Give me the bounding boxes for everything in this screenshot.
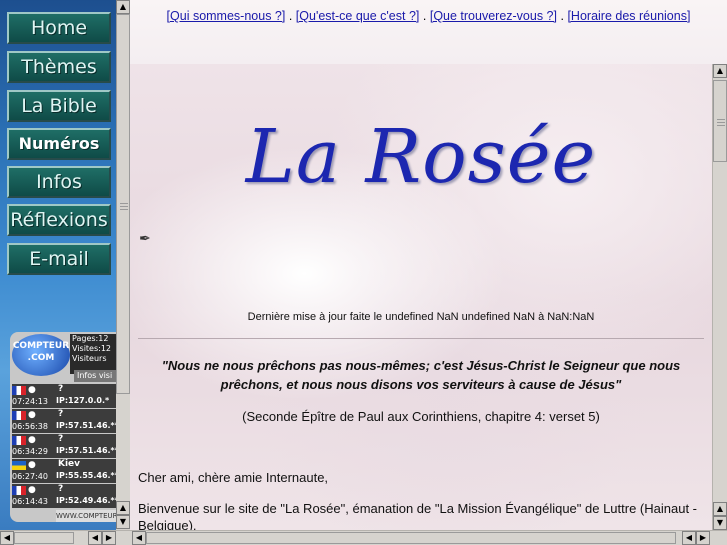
- flag-icon: [12, 411, 26, 420]
- scroll-up-icon[interactable]: ▲: [116, 0, 130, 14]
- grip-icon: [717, 119, 725, 120]
- counter-visites: Visites:12: [72, 344, 112, 353]
- scroll-right-icon[interactable]: ▶: [696, 531, 710, 545]
- main-frame-hscrollbar[interactable]: ◀ ◀ ▶: [130, 530, 727, 545]
- nav-bible-button[interactable]: La Bible: [7, 90, 111, 122]
- site-title-logo: La Rosée: [245, 114, 597, 200]
- nav-numeros-button[interactable]: Numéros >>: [7, 128, 111, 181]
- main-hscroll-thumb[interactable]: [146, 532, 676, 544]
- visit-time: 06:34:29: [12, 447, 48, 456]
- link-quest-ce-que-cest[interactable]: [Qu'est-ce que c'est ?]: [296, 9, 420, 23]
- left-scroll-thumb[interactable]: [116, 14, 130, 394]
- main-content-frame: La Rosée ✒ Dernière mise à jour faite le…: [130, 64, 712, 530]
- link-que-trouverez-vous[interactable]: [Que trouverez-vous ?]: [430, 9, 557, 23]
- nav-reflexions-button[interactable]: Réflexions: [7, 204, 111, 236]
- visit-ip: IP:57.51.46.**: [56, 421, 116, 430]
- last-update-text: Dernière mise à jour faite le undefined …: [247, 311, 595, 323]
- left-hscroll-thumb[interactable]: [14, 532, 74, 544]
- nav-email-button[interactable]: E-mail: [7, 243, 111, 275]
- counter-pages: Pages:12: [72, 334, 109, 343]
- counter-stats: Pages:12 Visites:12 Visiteurs: [70, 334, 116, 374]
- visitor-counter-widget[interactable]: COMPTEUR .COM Pages:12 Visites:12 Visite…: [10, 332, 116, 522]
- grip-icon: [120, 209, 128, 210]
- browser-icon: ●: [28, 460, 36, 470]
- visit-ip: IP:52.49.46.**: [56, 496, 116, 505]
- visit-country: ?: [58, 409, 64, 419]
- link-separator: .: [422, 9, 427, 23]
- visit-row: ● ? 06:14:43 IP:52.49.46.**: [12, 484, 116, 508]
- left-frame-scrollbar[interactable]: ▲ ▲ ▼: [116, 0, 130, 530]
- main-frame-scrollbar[interactable]: ▲ ▲ ▼: [712, 64, 727, 530]
- browser-icon: ●: [28, 410, 36, 420]
- flag-icon: [12, 386, 26, 395]
- visit-country: Kiev: [58, 459, 81, 469]
- quote-reference: (Seconde Épître de Paul aux Corinthiens,…: [242, 409, 600, 424]
- visit-ip: IP:55.55.46.**: [56, 471, 116, 480]
- nav-themes-button[interactable]: Thèmes: [7, 51, 111, 83]
- main-scroll-thumb[interactable]: [713, 80, 727, 162]
- nav-home-button[interactable]: Home: [7, 12, 111, 44]
- visit-country: ?: [58, 434, 64, 444]
- grip-icon: [717, 125, 725, 126]
- left-nav-frame: Home Thèmes La Bible Numéros >> Infos Ré…: [0, 0, 130, 530]
- scroll-down-icon[interactable]: ▼: [116, 515, 130, 529]
- visit-ip: IP:127.0.0.*: [56, 396, 110, 405]
- scroll-left-icon[interactable]: ◀: [682, 531, 696, 545]
- flag-icon: [12, 486, 26, 495]
- grip-icon: [120, 203, 128, 204]
- top-links-frame: [Qui sommes-nous ?] . [Qu'est-ce que c'e…: [130, 0, 727, 64]
- top-frame-scroll-edge: [712, 0, 727, 64]
- scroll-up-icon[interactable]: ▲: [713, 64, 727, 78]
- scroll-left-icon[interactable]: ◀: [0, 531, 14, 545]
- nav-infos-button[interactable]: Infos: [7, 166, 111, 198]
- link-separator: .: [560, 9, 564, 23]
- link-horaire-reunions[interactable]: [Horaire des réunions]: [567, 9, 690, 23]
- scroll-left-icon[interactable]: ◀: [132, 531, 146, 545]
- scroll-up-icon[interactable]: ▲: [116, 501, 130, 515]
- grip-icon: [717, 122, 725, 123]
- visit-time: 06:27:40: [12, 472, 48, 481]
- link-separator: .: [288, 9, 293, 23]
- visit-ip: IP:57.51.46.**: [56, 446, 116, 455]
- counter-footer-link[interactable]: WWW.COMPTEUR: [56, 510, 116, 522]
- visit-row: ● ? 07:24:13 IP:127.0.0.*: [12, 384, 116, 408]
- visit-time: 07:24:13: [12, 397, 48, 406]
- counter-logo-line2: .COM: [27, 353, 55, 363]
- scroll-left-icon[interactable]: ◀: [88, 531, 102, 545]
- pen-icon: ✒: [139, 230, 151, 246]
- scroll-up-icon[interactable]: ▲: [713, 502, 727, 516]
- visit-time: 06:56:38: [12, 422, 48, 431]
- browser-icon: ●: [28, 385, 36, 395]
- grip-icon: [120, 206, 128, 207]
- link-qui-sommes-nous[interactable]: [Qui sommes-nous ?]: [167, 9, 286, 23]
- browser-icon: ●: [28, 435, 36, 445]
- horizontal-divider: [138, 338, 704, 339]
- left-frame-hscrollbar[interactable]: ◀ ◀ ▶: [0, 530, 130, 545]
- flag-icon: [12, 436, 26, 445]
- visit-row: ● ? 06:56:38 IP:57.51.46.**: [12, 409, 116, 433]
- compteur-logo[interactable]: COMPTEUR .COM: [12, 334, 70, 376]
- counter-visiteurs: Visiteurs: [72, 354, 107, 363]
- counter-logo-line1: COMPTEUR: [12, 341, 70, 351]
- bible-quote: "Nous ne nous prêchons pas nous-mêmes; c…: [161, 358, 681, 392]
- scroll-right-icon[interactable]: ▶: [102, 531, 116, 545]
- browser-icon: ●: [28, 485, 36, 495]
- greeting-text: Cher ami, chère amie Internaute,: [138, 470, 329, 485]
- flag-icon: [12, 461, 26, 470]
- visit-country: ?: [58, 484, 64, 494]
- scroll-down-icon[interactable]: ▼: [713, 516, 727, 530]
- visit-time: 06:14:43: [12, 497, 48, 506]
- visit-row: ● Kiev 06:27:40 IP:55.55.46.**: [12, 459, 116, 483]
- visit-row: ● ? 06:34:29 IP:57.51.46.**: [12, 434, 116, 458]
- visit-country: ?: [58, 384, 64, 394]
- counter-infos-label: Infos visi: [74, 370, 116, 382]
- welcome-text: Bienvenue sur le site de "La Rosée", éma…: [138, 501, 698, 530]
